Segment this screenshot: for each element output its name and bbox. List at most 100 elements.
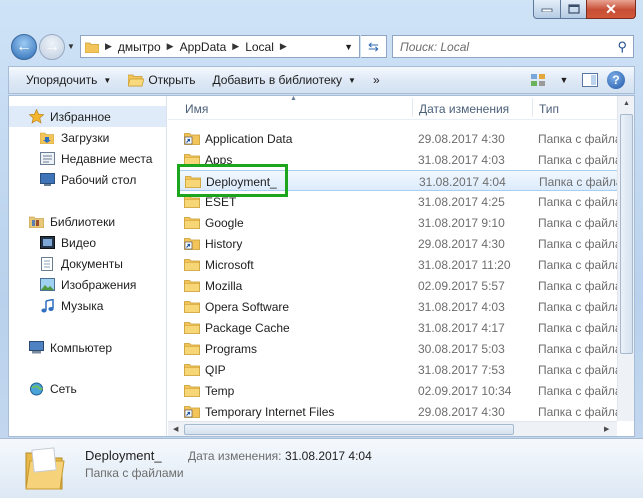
file-name: Microsoft bbox=[205, 258, 254, 272]
vertical-scroll-thumb[interactable] bbox=[620, 114, 633, 354]
images-icon bbox=[39, 277, 55, 293]
chevron-down-icon: ▼ bbox=[559, 75, 569, 85]
view-dropdown[interactable]: ▼ bbox=[554, 70, 574, 90]
chevron-right-icon[interactable]: ▶ bbox=[105, 41, 112, 52]
details-pane: Deployment_ Папка с файлами Дата изменен… bbox=[0, 438, 643, 498]
add-to-library-label: Добавить в библиотеку bbox=[212, 73, 343, 87]
address-dropdown-icon[interactable]: ▼ bbox=[344, 42, 353, 52]
file-date: 31.08.2017 11:20 bbox=[418, 258, 511, 272]
folder-icon bbox=[184, 152, 200, 169]
nav-desktop[interactable]: Рабочий стол bbox=[9, 169, 136, 190]
address-bar[interactable]: ▶ дмытро ▶ AppData ▶ Local ▶ ▼ bbox=[80, 35, 360, 58]
chevron-right-icon[interactable]: ▶ bbox=[280, 41, 287, 52]
nav-documents[interactable]: Документы bbox=[9, 253, 123, 274]
horizontal-scrollbar[interactable]: ◀ ▶ bbox=[168, 421, 617, 436]
refresh-button[interactable]: ⇆ bbox=[361, 35, 387, 58]
file-name: Google bbox=[205, 216, 244, 230]
column-divider[interactable] bbox=[412, 98, 413, 117]
column-date[interactable]: Дата изменения bbox=[419, 102, 509, 116]
navigation-pane: Избранное Загрузки Недавние места Рабочи… bbox=[9, 96, 167, 436]
close-button[interactable]: ✕ bbox=[586, 0, 636, 19]
nav-recent[interactable]: Недавние места bbox=[9, 148, 152, 169]
chevron-right-icon[interactable]: ▶ bbox=[232, 41, 239, 52]
forward-button[interactable]: → bbox=[39, 34, 65, 60]
selected-item-type: Папка с файлами bbox=[85, 466, 184, 480]
nav-computer[interactable]: Компьютер bbox=[9, 337, 112, 358]
vertical-scrollbar[interactable]: ▲ bbox=[617, 96, 634, 421]
back-button[interactable]: ← bbox=[11, 34, 37, 60]
help-button[interactable]: ? bbox=[606, 70, 626, 90]
file-date: 29.08.2017 4:30 bbox=[418, 132, 505, 146]
downloads-folder-icon bbox=[39, 130, 55, 146]
libraries-icon bbox=[28, 214, 44, 230]
computer-icon bbox=[28, 340, 44, 356]
breadcrumb-local[interactable]: Local bbox=[245, 40, 274, 54]
chevron-right-icon[interactable]: ▶ bbox=[167, 41, 174, 52]
preview-pane-button[interactable] bbox=[580, 70, 600, 90]
file-date: 31.08.2017 4:04 bbox=[419, 175, 506, 189]
search-icon[interactable]: ⚲ bbox=[617, 39, 627, 55]
nav-label: Загрузки bbox=[61, 130, 110, 145]
folder-icon bbox=[184, 341, 200, 358]
network-icon bbox=[28, 381, 44, 397]
file-row[interactable]: Programs 30.08.2017 5:03 Папка с файлами bbox=[178, 338, 634, 359]
breadcrumb-user[interactable]: дмытро bbox=[118, 40, 161, 54]
nav-label: Сеть bbox=[50, 381, 77, 396]
add-to-library-button[interactable]: Добавить в библиотеку ▼ bbox=[212, 73, 355, 87]
file-row[interactable]: Microsoft 31.08.2017 11:20 Папка с файлами bbox=[178, 254, 634, 275]
file-row[interactable]: Temporary Internet Files 29.08.2017 4:30 П… bbox=[178, 401, 634, 422]
scroll-left-icon[interactable]: ◀ bbox=[173, 425, 178, 433]
more-commands-button[interactable]: » bbox=[373, 73, 380, 87]
nav-downloads[interactable]: Загрузки bbox=[9, 127, 109, 148]
search-input[interactable]: Поиск: Local ⚲ bbox=[392, 35, 634, 58]
file-name: Package Cache bbox=[205, 321, 290, 335]
folder-open-icon bbox=[128, 74, 145, 86]
nav-images[interactable]: Изображения bbox=[9, 274, 136, 295]
nav-label: Рабочий стол bbox=[61, 172, 137, 187]
nav-network[interactable]: Сеть bbox=[9, 378, 77, 399]
video-icon bbox=[39, 235, 55, 251]
scroll-right-icon[interactable]: ▶ bbox=[604, 425, 609, 433]
file-row[interactable]: Apps 31.08.2017 4:03 Папка с файлами bbox=[178, 149, 634, 170]
recent-pages-dropdown[interactable]: ▼ bbox=[65, 42, 77, 54]
organize-button[interactable]: Упорядочить ▼ bbox=[26, 73, 111, 87]
horizontal-scroll-thumb[interactable] bbox=[184, 424, 514, 435]
breadcrumb-appdata[interactable]: AppData bbox=[180, 40, 227, 54]
nav-libraries[interactable]: Библиотеки bbox=[9, 211, 115, 232]
file-row[interactable]: QIP 31.08.2017 7:53 Папка с файлами bbox=[178, 359, 634, 380]
nav-video[interactable]: Видео bbox=[9, 232, 96, 253]
change-view-button[interactable] bbox=[528, 70, 548, 90]
file-name: ESET bbox=[205, 195, 237, 209]
scroll-up-icon[interactable]: ▲ bbox=[623, 100, 630, 107]
file-row[interactable]: Mozilla 02.09.2017 5:57 Папка с файлами bbox=[178, 275, 634, 296]
file-row[interactable]: ESET 31.08.2017 4:25 Папка с файлами bbox=[178, 191, 634, 212]
nav-label: Библиотеки bbox=[50, 214, 116, 229]
nav-music[interactable]: Музыка bbox=[9, 295, 103, 316]
column-header: ▲ Имя Дата изменения Тип bbox=[168, 96, 634, 120]
column-name[interactable]: Имя bbox=[185, 102, 208, 116]
nav-favorites[interactable]: Избранное bbox=[9, 106, 166, 127]
folder-icon bbox=[184, 278, 200, 295]
file-date: 31.08.2017 4:17 bbox=[418, 321, 505, 335]
file-row-selected[interactable]: Deployment_ 31.08.2017 4:04 Папка с файлам… bbox=[178, 170, 634, 191]
music-icon bbox=[39, 298, 55, 314]
column-divider[interactable] bbox=[532, 98, 533, 117]
open-button[interactable]: Открыть bbox=[128, 73, 195, 87]
chevron-down-icon: ▼ bbox=[103, 75, 112, 85]
file-date: 29.08.2017 4:30 bbox=[418, 405, 505, 419]
maximize-button[interactable] bbox=[560, 0, 587, 19]
minimize-button[interactable] bbox=[533, 0, 561, 19]
desktop-icon bbox=[39, 172, 55, 188]
file-row[interactable]: History 29.08.2017 4:30 Папка с файлами bbox=[178, 233, 634, 254]
file-row[interactable]: Opera Software 31.08.2017 4:03 Папка с фай… bbox=[178, 296, 634, 317]
file-row[interactable]: Google 31.08.2017 9:10 Папка с файлами bbox=[178, 212, 634, 233]
file-date: 31.08.2017 4:25 bbox=[418, 195, 505, 209]
folder-icon bbox=[185, 174, 201, 191]
refresh-icon: ⇆ bbox=[368, 38, 379, 54]
maximize-icon bbox=[567, 4, 580, 14]
file-row[interactable]: Temp 02.09.2017 10:34 Папка с файлами bbox=[178, 380, 634, 401]
file-date: 31.08.2017 9:10 bbox=[418, 216, 505, 230]
file-row[interactable]: Application Data 29.08.2017 4:30 Папка с ф… bbox=[178, 128, 634, 149]
file-row[interactable]: Package Cache 31.08.2017 4:17 Папка с файл… bbox=[178, 317, 634, 338]
column-type[interactable]: Тип bbox=[539, 102, 559, 116]
